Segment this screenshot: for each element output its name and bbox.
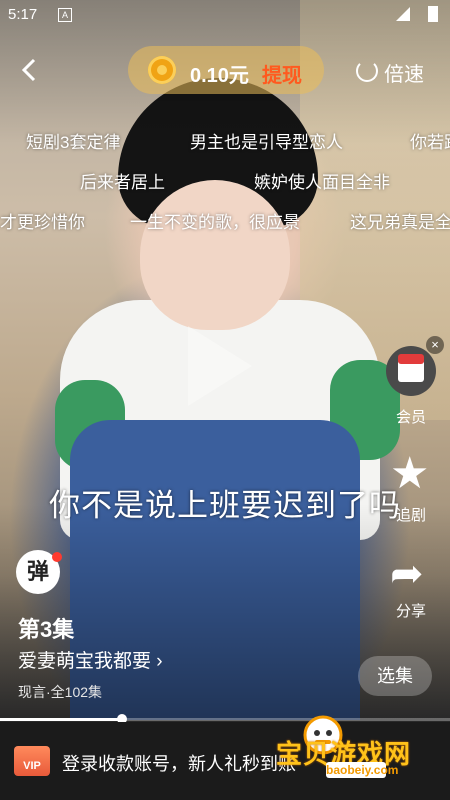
danmaku-item: 后来者居上 — [80, 173, 165, 192]
banner-text[interactable]: 登录收款账号，新人礼秒到账 — [62, 750, 296, 776]
danmaku-item: 嫉妒使人面目全非 — [254, 173, 390, 192]
danmaku-item: 男主也是引导型恋人 — [190, 133, 343, 152]
share-label: 分享 — [395, 603, 426, 620]
danmaku-item: 这兄弟真是全 — [350, 213, 450, 232]
vip-label: 会员 — [395, 409, 426, 426]
play-icon[interactable] — [188, 326, 252, 406]
drama-meta: 现言·全102集 — [18, 684, 103, 700]
drama-title-link[interactable]: 爱妻萌宝我都要 › — [18, 646, 163, 673]
video-subtitle: 你不是说上班要迟到了吗 — [49, 488, 401, 523]
back-button[interactable] — [18, 56, 38, 89]
vip-tag-icon: VIP — [14, 746, 50, 776]
follow-label: 追剧 — [395, 507, 426, 524]
share-icon[interactable]: ➦ — [390, 552, 424, 596]
coin-amount: 0.10元 — [190, 65, 249, 87]
close-icon[interactable]: × — [426, 336, 444, 354]
danmaku-item: 短剧3套定律 — [26, 133, 121, 152]
signal-icon — [396, 7, 410, 21]
speed-button[interactable]: 倍速 — [384, 58, 424, 87]
danmaku-item: 才更珍惜你 — [0, 213, 85, 232]
notification-dot — [52, 552, 62, 562]
battery-icon — [428, 6, 438, 22]
gift-bow-icon — [398, 354, 424, 364]
status-bar: 5:17 A — [0, 0, 450, 32]
withdraw-button[interactable]: 提现 — [262, 59, 302, 88]
watermark-url: baobeiy.com — [326, 762, 399, 778]
speed-icon[interactable] — [356, 60, 378, 82]
status-time: 5:17 — [8, 6, 38, 23]
star-icon[interactable]: ★ — [390, 450, 429, 498]
notification-icon: A — [58, 8, 72, 22]
danmaku-item: 一生不变的歌，很应景 — [130, 213, 300, 232]
episode-label: 第3集 — [18, 617, 75, 642]
chevron-left-icon — [21, 58, 36, 82]
coin-icon — [148, 56, 176, 84]
progress-fill — [0, 718, 122, 721]
danmaku-item: 你若跟 — [410, 133, 450, 152]
select-episode-button[interactable]: 选集 — [358, 656, 432, 696]
